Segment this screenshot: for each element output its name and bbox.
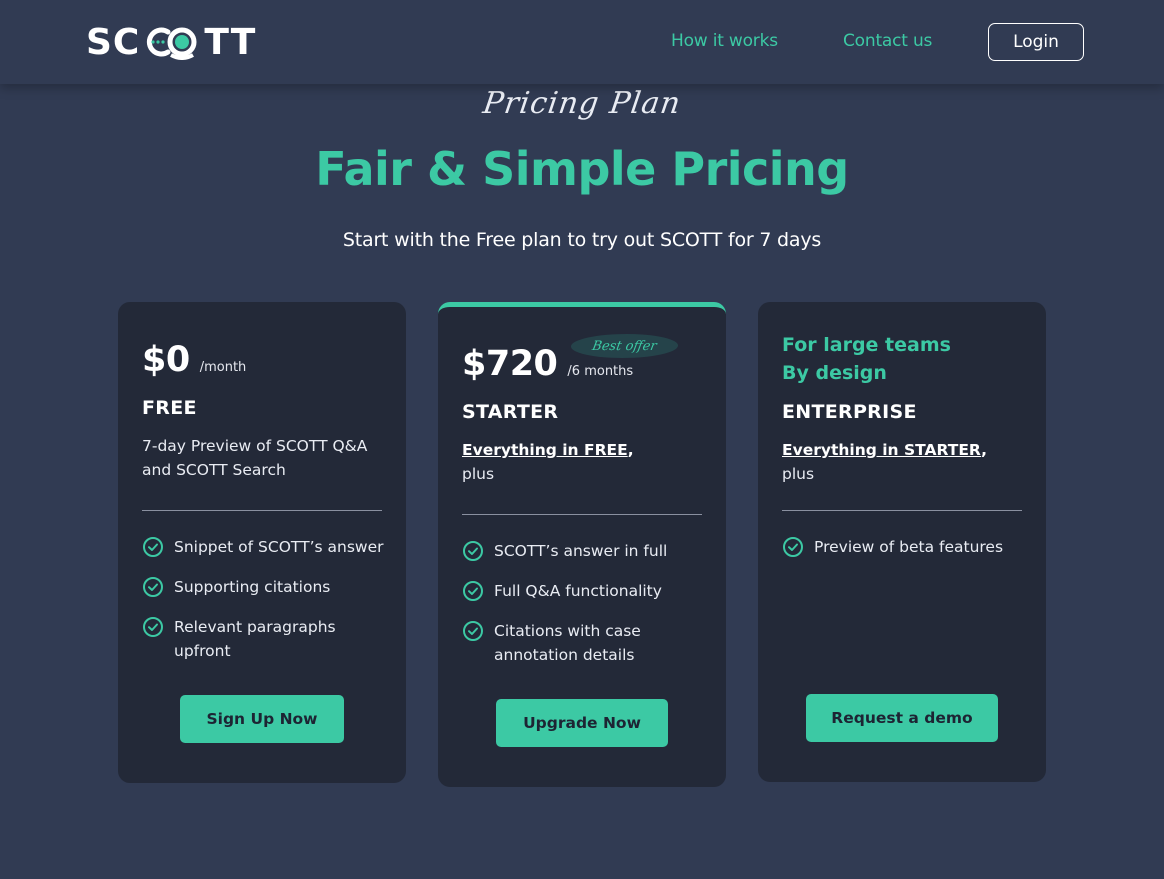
feature-item: Snippet of SCOTT’s answer: [142, 535, 392, 559]
logo-chat-bubble-icon: [141, 24, 203, 60]
feature-text: Citations with case annotation details: [494, 622, 641, 664]
check-circle-icon: [463, 581, 483, 601]
page-headline: Fair & Simple Pricing: [315, 142, 849, 196]
request-demo-button[interactable]: Request a demo: [806, 694, 998, 742]
plan-tagline: For large teams By design: [782, 331, 951, 387]
everything-in-free-link[interactable]: Everything in FREE: [462, 441, 628, 459]
plan-period: /month: [199, 360, 247, 375]
tagline-line-1: For large teams: [782, 334, 951, 356]
divider: [462, 514, 702, 515]
scott-logo[interactable]: SC TT: [86, 21, 257, 63]
feature-text: SCOTT’s answer in full: [494, 542, 668, 560]
plan-card-enterprise: For large teams By design ENTERPRISE Eve…: [758, 302, 1046, 782]
check-circle-icon: [783, 537, 803, 557]
check-circle-icon: [143, 537, 163, 557]
upgrade-now-button[interactable]: Upgrade Now: [496, 699, 668, 747]
plan-price: $0: [142, 340, 190, 380]
pricing-plan-script-title: Pricing Plan: [480, 86, 684, 121]
login-button[interactable]: Login: [988, 23, 1084, 61]
logo-text-left: SC: [86, 21, 141, 63]
feature-list: SCOTT’s answer in full Full Q&A function…: [462, 539, 712, 683]
feature-list: Snippet of SCOTT’s answer Supporting cit…: [142, 535, 392, 679]
feature-text: Full Q&A functionality: [494, 582, 662, 600]
feature-item: Relevant paragraphs upfront: [142, 615, 392, 663]
sign-up-now-button[interactable]: Sign Up Now: [180, 695, 344, 743]
check-circle-icon: [463, 621, 483, 641]
check-circle-icon: [143, 617, 163, 637]
plan-name: STARTER: [462, 401, 559, 423]
plan-period: /6 months: [567, 364, 634, 379]
includes-plus: plus: [782, 465, 815, 483]
feature-text: Supporting citations: [174, 578, 331, 596]
includes-comma: ,: [627, 441, 634, 459]
feature-item: SCOTT’s answer in full: [462, 539, 712, 563]
top-navbar: SC TT How it works Contact us Login: [0, 0, 1164, 84]
logo-text-right: TT: [204, 21, 257, 63]
plan-name: ENTERPRISE: [782, 401, 917, 423]
divider: [782, 510, 1022, 511]
feature-item: Supporting citations: [142, 575, 392, 599]
plan-card-starter: Best offer $720 /6 months STARTER Everyt…: [438, 302, 726, 787]
plan-description: 7-day Preview of SCOTT Q&A and SCOTT Sea…: [142, 437, 368, 479]
includes-plus: plus: [462, 465, 495, 483]
plan-includes: Everything in STARTER, plus: [782, 438, 1022, 486]
everything-in-starter-link[interactable]: Everything in STARTER: [782, 441, 981, 459]
check-circle-icon: [143, 577, 163, 597]
tagline-line-2: By design: [782, 362, 887, 384]
feature-item: Citations with case annotation details: [462, 619, 712, 667]
feature-text: Relevant paragraphs upfront: [174, 618, 336, 660]
includes-comma: ,: [981, 441, 988, 459]
feature-text: Preview of beta features: [814, 538, 1004, 556]
plan-includes: Everything in FREE, plus: [462, 438, 702, 486]
feature-list: Preview of beta features: [782, 535, 1032, 575]
check-circle-icon: [463, 541, 483, 561]
plan-card-free: $0 /month FREE 7-day Preview of SCOTT Q&…: [118, 302, 406, 783]
page-subheading: Start with the Free plan to try out SCOT…: [342, 229, 822, 251]
feature-item: Full Q&A functionality: [462, 579, 712, 603]
plan-price: $720: [462, 344, 558, 384]
divider: [142, 510, 382, 511]
plan-name: FREE: [142, 397, 197, 419]
feature-text: Snippet of SCOTT’s answer: [174, 538, 384, 556]
feature-item: Preview of beta features: [782, 535, 1032, 559]
nav-contact-us[interactable]: Contact us: [843, 31, 932, 51]
nav-how-it-works[interactable]: How it works: [671, 31, 778, 51]
price-row: $720 /6 months: [462, 344, 633, 384]
price-row: $0 /month: [142, 340, 246, 380]
